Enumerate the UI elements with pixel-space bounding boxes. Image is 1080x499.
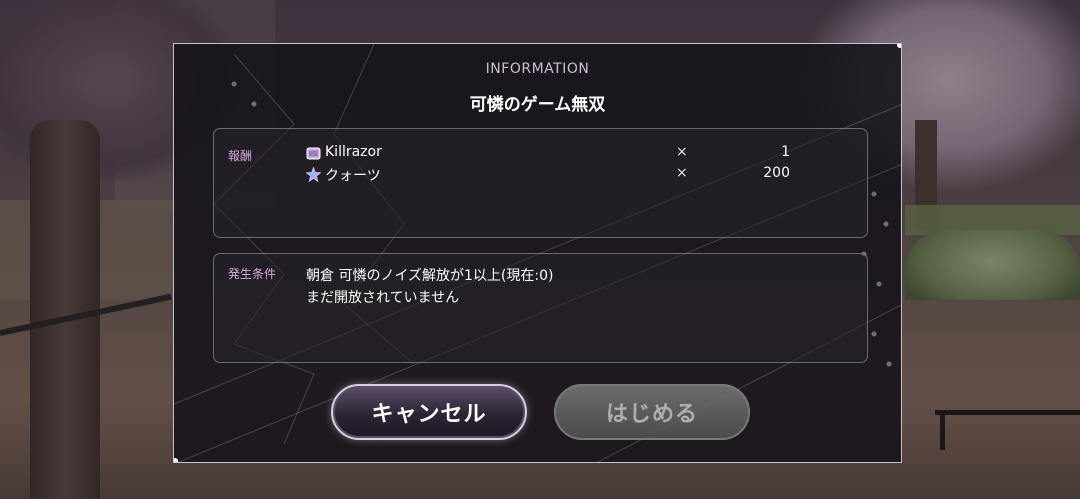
reward-label: 報酬 <box>228 149 253 163</box>
quartz-star-icon <box>306 167 321 182</box>
corner-dot-top-right <box>897 44 901 48</box>
condition-panel: 発生条件 朝倉 可憐のノイズ解放が1以上(現在:0) まだ開放されていません <box>213 253 868 363</box>
reward-panel: 報酬 Killrazor × 1 クォーツ × 200 <box>213 128 868 238</box>
reward-item-name: クォーツ <box>325 168 381 184</box>
reward-item-times: × <box>676 144 688 160</box>
reward-item-name: Killrazor <box>325 144 382 160</box>
reward-item-times: × <box>676 165 688 181</box>
ticket-icon <box>306 147 321 160</box>
dialog-title: 可憐のゲーム無双 <box>469 95 606 115</box>
condition-status: まだ開放されていません <box>306 290 460 306</box>
reward-item: クォーツ × 200 <box>306 165 790 185</box>
corner-dot-bottom-left <box>174 458 178 462</box>
condition-requirement: 朝倉 可憐のノイズ解放が1以上(現在:0) <box>306 268 554 284</box>
dialog-header-label: INFORMATION <box>485 61 590 77</box>
condition-label: 発生条件 <box>228 267 277 281</box>
reward-item-count: 200 <box>763 165 790 181</box>
reward-item-count: 1 <box>781 144 790 160</box>
information-dialog: INFORMATION 可憐のゲーム無双 報酬 Killrazor × 1 クォ… <box>173 43 902 463</box>
start-button[interactable]: はじめる <box>554 384 750 440</box>
reward-item: Killrazor × 1 <box>306 144 790 164</box>
cancel-button[interactable]: キャンセル <box>331 384 527 440</box>
